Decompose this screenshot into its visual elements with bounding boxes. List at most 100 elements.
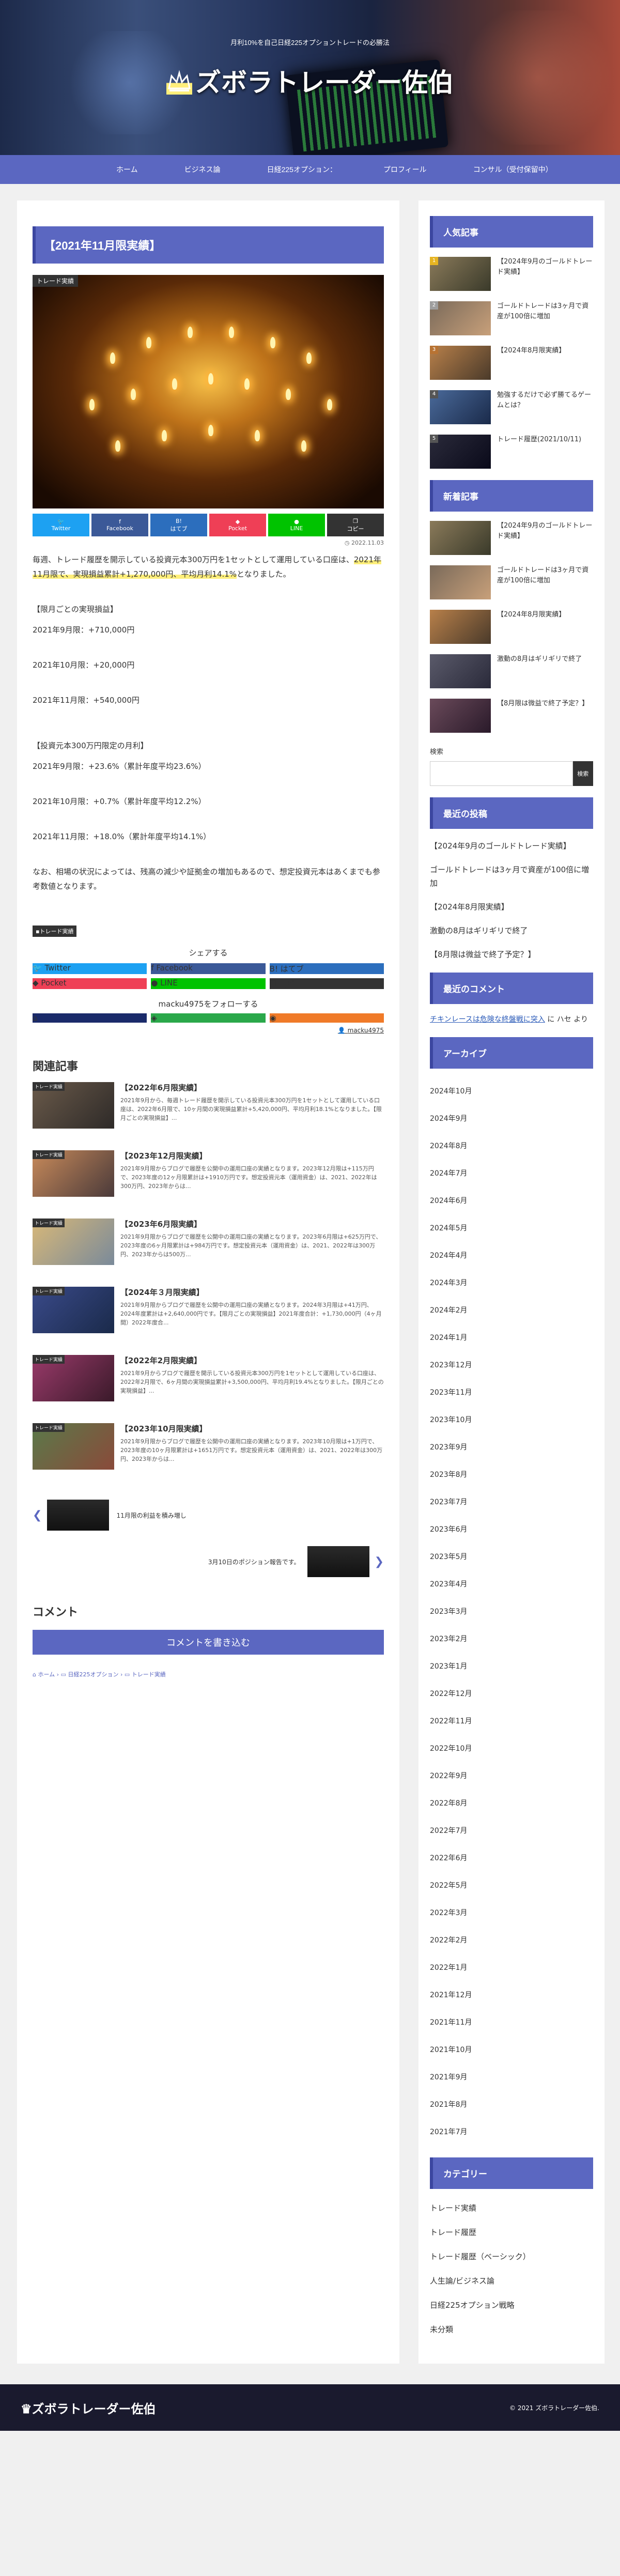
archive-link[interactable]: 2022年3月 <box>430 1900 593 1927</box>
new-item[interactable]: 激動の8月はギリギリで終了 <box>430 654 593 688</box>
nav-item-home[interactable]: ホーム <box>93 155 161 184</box>
popular-item[interactable]: 3 【2024年8月限実績】 <box>430 346 593 380</box>
follow-rss-button[interactable]: ◉ <box>269 1013 384 1023</box>
archive-link[interactable]: 2023年1月 <box>430 1653 593 1680</box>
archive-link[interactable]: 2022年10月 <box>430 1735 593 1763</box>
new-item[interactable]: 【2024年9月のゴールドトレード実績】 <box>430 521 593 555</box>
breadcrumb-home[interactable]: ホーム <box>38 1671 55 1678</box>
related-item[interactable]: トレード実績 【2023年10月限実績】 2021年9月限からブログで履歴を公開中の… <box>33 1423 384 1479</box>
share-pocket-button[interactable]: ◆ Pocket <box>33 978 147 989</box>
archive-link[interactable]: 2022年7月 <box>430 1817 593 1845</box>
tag-link[interactable]: ▪トレード実績 <box>33 925 77 937</box>
archive-link[interactable]: 2023年11月 <box>430 1379 593 1407</box>
share-line-button[interactable]: ● LINE <box>151 978 266 989</box>
popular-item[interactable]: 4 勉強するだけで必ず勝てるゲームとは？ <box>430 390 593 424</box>
archive-link[interactable]: 2021年10月 <box>430 2037 593 2064</box>
category-link[interactable]: トレード実績 <box>430 2202 593 2213</box>
archive-link[interactable]: 2024年3月 <box>430 1270 593 1297</box>
share-copy-button[interactable]: ❐ コピー <box>269 978 384 989</box>
archive-link[interactable]: 2022年6月 <box>430 1845 593 1872</box>
archive-link[interactable]: 2021年11月 <box>430 2009 593 2037</box>
archive-link[interactable]: 2024年4月 <box>430 1242 593 1270</box>
share-copy-button[interactable]: ❐ コピー <box>327 514 384 536</box>
recent-post-link[interactable]: 【2024年8月限実績】 <box>430 900 593 914</box>
archive-link[interactable]: 2024年2月 <box>430 1297 593 1324</box>
archive-link[interactable]: 2024年5月 <box>430 1215 593 1242</box>
write-comment-button[interactable]: コメントを書き込む <box>33 1630 384 1655</box>
next-post-link[interactable]: 3月10日のポジション報告です。 ❯ <box>33 1546 384 1577</box>
archive-link[interactable]: 2022年5月 <box>430 1872 593 1900</box>
category-link[interactable]: 日経225オプション戦略 <box>430 2300 593 2310</box>
archive-link[interactable]: 2023年12月 <box>430 1352 593 1379</box>
popular-item[interactable]: 1 【2024年9月のゴールドトレード実績】 <box>430 257 593 291</box>
related-item[interactable]: トレード実績 【2023年12月限実績】 2021年9月限からブログで履歴を公開中の… <box>33 1150 384 1206</box>
archive-link[interactable]: 2021年9月 <box>430 2064 593 2091</box>
nav-item-business[interactable]: ビジネス論 <box>161 155 244 184</box>
archive-link[interactable]: 2023年4月 <box>430 1571 593 1598</box>
nav-item-consult[interactable]: コンサル（受付保留中） <box>450 155 576 184</box>
nav-item-profile[interactable]: プロフィール <box>360 155 450 184</box>
archive-link[interactable]: 2023年5月 <box>430 1544 593 1571</box>
archive-link[interactable]: 2024年7月 <box>430 1160 593 1187</box>
archive-link[interactable]: 2023年3月 <box>430 1598 593 1626</box>
archive-link[interactable]: 2023年10月 <box>430 1407 593 1434</box>
archive-link[interactable]: 2024年10月 <box>430 1078 593 1105</box>
share-line-button[interactable]: ● LINE <box>268 514 325 536</box>
nav-item-nikkei-option[interactable]: 日経225オプション： <box>244 155 360 184</box>
related-item[interactable]: トレード実績 【2022年6月限実績】 2021年9月から、毎週トレード履歴を開示し… <box>33 1082 384 1138</box>
author-link[interactable]: 👤 macku4975 <box>33 1027 384 1034</box>
category-link[interactable]: トレード履歴（ベーシック） <box>430 2251 593 2262</box>
archive-link[interactable]: 2023年2月 <box>430 1626 593 1653</box>
search-button[interactable]: 検索 <box>572 761 593 786</box>
new-item[interactable]: 【8月限は微益で終了予定？】 <box>430 699 593 733</box>
prev-post-link[interactable]: ❮ 11月限の利益を積み増し <box>33 1500 384 1531</box>
archive-link[interactable]: 2022年11月 <box>430 1708 593 1735</box>
archive-link[interactable]: 2022年8月 <box>430 1790 593 1817</box>
eyecatch-category-label[interactable]: トレード実績 <box>33 275 79 287</box>
recent-post-link[interactable]: 【8月限は微益で終了予定？】 <box>430 948 593 961</box>
category-link[interactable]: 未分類 <box>430 2324 593 2335</box>
popular-item[interactable]: 2 ゴールドトレードは3ヶ月で資産が100倍に増加 <box>430 301 593 335</box>
archive-link[interactable]: 2023年6月 <box>430 1516 593 1544</box>
related-item[interactable]: トレード実績 【2024年３月限実績】 2021年9月限からブログで履歴を公開中の運… <box>33 1287 384 1343</box>
share-pocket-button[interactable]: ◆ Pocket <box>209 514 266 536</box>
archive-link[interactable]: 2024年6月 <box>430 1187 593 1215</box>
archive-link[interactable]: 2024年8月 <box>430 1133 593 1160</box>
share-hatena-button[interactable]: B! はてブ <box>150 514 207 536</box>
category-link[interactable]: 人生論/ビジネス論 <box>430 2275 593 2286</box>
archive-link[interactable]: 2023年8月 <box>430 1461 593 1489</box>
archive-link[interactable]: 2024年9月 <box>430 1105 593 1133</box>
site-logo[interactable]: ズボラトレーダー佐伯 <box>0 62 620 99</box>
archive-link[interactable]: 2021年7月 <box>430 2119 593 2146</box>
recent-post-link[interactable]: 【2024年9月のゴールドトレード実績】 <box>430 839 593 853</box>
category-link[interactable]: トレード履歴 <box>430 2227 593 2238</box>
new-item[interactable]: ゴールドトレードは3ヶ月で資産が100倍に増加 <box>430 565 593 599</box>
related-item[interactable]: トレード実績 【2023年6月限実績】 2021年9月限からブログで履歴を公開中の運… <box>33 1218 384 1274</box>
share-twitter-button[interactable]: 🐦 Twitter <box>33 514 89 536</box>
footer-logo[interactable]: ♛ズボラトレーダー佐伯 <box>21 2399 156 2417</box>
follow-feedly-button[interactable]: ◈ <box>151 1013 266 1023</box>
archive-link[interactable]: 2022年12月 <box>430 1680 593 1708</box>
share-hatena-button[interactable]: B! はてブ <box>269 963 384 974</box>
archive-link[interactable]: 2021年8月 <box>430 2091 593 2119</box>
archive-link[interactable]: 2022年1月 <box>430 1954 593 1982</box>
share-facebook-button[interactable]: f Facebook <box>91 514 148 536</box>
archive-link[interactable]: 2024年1月 <box>430 1324 593 1352</box>
archive-link[interactable]: 2022年9月 <box>430 1763 593 1790</box>
breadcrumb-category[interactable]: トレード実績 <box>132 1671 166 1678</box>
archive-link[interactable]: 2022年2月 <box>430 1927 593 1954</box>
popular-item[interactable]: 5 トレード履歴(2021/10/11) <box>430 435 593 469</box>
new-item[interactable]: 【2024年8月限実績】 <box>430 610 593 644</box>
recent-post-link[interactable]: 激動の8月はギリギリで終了 <box>430 924 593 937</box>
search-input[interactable] <box>430 761 573 786</box>
archive-link[interactable]: 2023年7月 <box>430 1489 593 1516</box>
archive-link[interactable]: 2021年12月 <box>430 1982 593 2009</box>
share-facebook-button[interactable]: f Facebook <box>151 963 266 974</box>
related-item[interactable]: トレード実績 【2022年2月限実績】 2021年9月からブログで履歴を開示している… <box>33 1355 384 1411</box>
recent-comment-link[interactable]: チキンレースは危険な終盤戦に突入 <box>430 1015 545 1024</box>
follow-home-button[interactable]: ⌂ <box>33 1013 147 1023</box>
archive-link[interactable]: 2023年9月 <box>430 1434 593 1461</box>
breadcrumb-option[interactable]: 日経225オプション <box>68 1671 118 1678</box>
share-twitter-button[interactable]: 🐦 Twitter <box>33 963 147 974</box>
recent-post-link[interactable]: ゴールドトレードは3ヶ月で資産が100倍に増加 <box>430 863 593 890</box>
